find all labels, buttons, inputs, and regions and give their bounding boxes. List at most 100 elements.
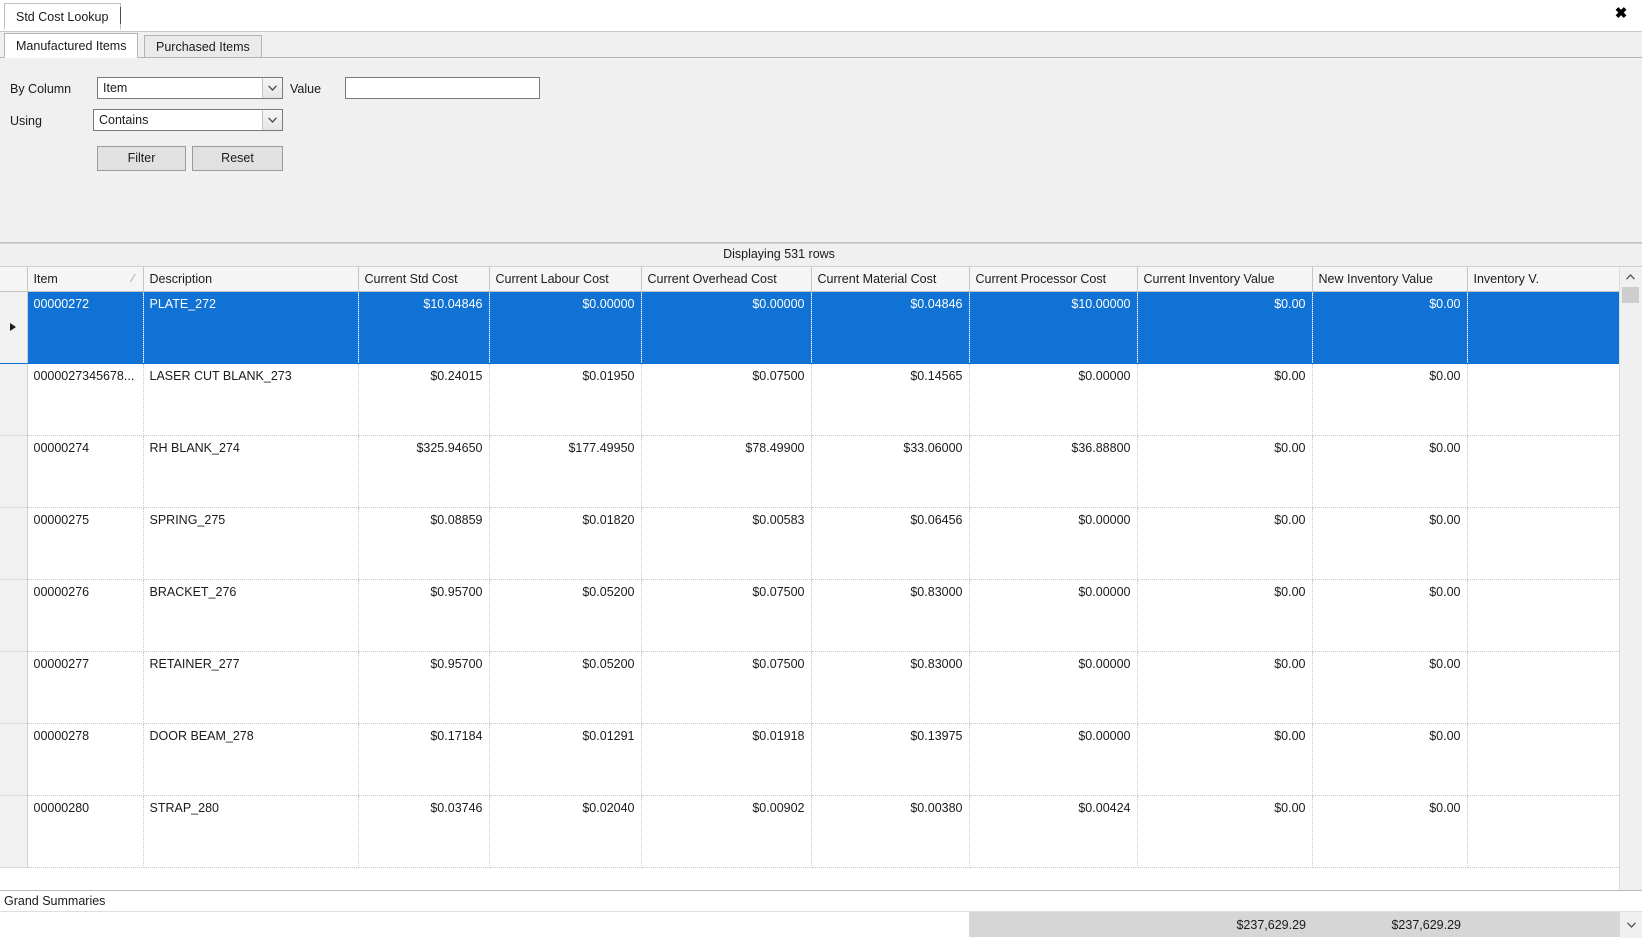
description-cell[interactable]: RH BLANK_274	[143, 435, 359, 508]
description-cell[interactable]: RETAINER_277	[143, 651, 359, 724]
row-selector-cell[interactable]	[0, 291, 28, 364]
new-inventory-value-cell[interactable]: $0.00	[1312, 651, 1468, 724]
description-cell[interactable]: PLATE_272	[143, 291, 359, 364]
current-overhead-cost-cell[interactable]: $0.00000	[641, 291, 812, 364]
filter-button[interactable]: Filter	[97, 146, 186, 171]
new-inventory-value-cell[interactable]: $0.00	[1312, 363, 1468, 436]
current-processor-cost-cell[interactable]: $0.00000	[969, 579, 1138, 652]
row-selector-cell[interactable]	[0, 507, 28, 580]
tab-manufactured-items[interactable]: Manufactured Items	[4, 33, 139, 58]
current-std-cost-cell[interactable]: $10.04846	[358, 291, 490, 364]
scrollbar-thumb[interactable]	[1622, 287, 1639, 303]
column-header-current-inventory-value[interactable]: Current Inventory Value	[1137, 267, 1313, 292]
current-std-cost-cell[interactable]: $0.95700	[358, 579, 490, 652]
current-labour-cost-cell[interactable]: $0.00000	[489, 291, 642, 364]
current-processor-cost-cell[interactable]: $0.00000	[969, 723, 1138, 796]
column-header-current-std-cost[interactable]: Current Std Cost	[358, 267, 490, 292]
current-labour-cost-cell[interactable]: $177.49950	[489, 435, 642, 508]
current-labour-cost-cell[interactable]: $0.02040	[489, 795, 642, 868]
item-cell[interactable]: 00000274	[27, 435, 144, 508]
table-row[interactable]: 00000275 SPRING_275 $0.08859 $0.01820 $0.005…	[0, 507, 1620, 580]
current-overhead-cost-cell[interactable]: $78.49900	[641, 435, 812, 508]
current-material-cost-cell[interactable]: $0.13975	[811, 723, 970, 796]
current-processor-cost-cell[interactable]: $0.00000	[969, 363, 1138, 436]
scroll-down-icon[interactable]	[1620, 912, 1642, 938]
inventory-value-cell[interactable]	[1467, 291, 1620, 364]
value-input[interactable]	[345, 77, 540, 99]
description-cell[interactable]: BRACKET_276	[143, 579, 359, 652]
current-labour-cost-cell[interactable]: $0.05200	[489, 579, 642, 652]
column-header-current-material-cost[interactable]: Current Material Cost	[811, 267, 970, 292]
current-processor-cost-cell[interactable]: $0.00000	[969, 507, 1138, 580]
current-inventory-value-cell[interactable]: $0.00	[1137, 435, 1313, 508]
document-tab-std-cost-lookup[interactable]: Std Cost Lookup	[4, 3, 122, 30]
description-cell[interactable]: STRAP_280	[143, 795, 359, 868]
new-inventory-value-cell[interactable]: $0.00	[1312, 723, 1468, 796]
reset-button[interactable]: Reset	[192, 146, 283, 171]
current-inventory-value-cell[interactable]: $0.00	[1137, 363, 1313, 436]
current-material-cost-cell[interactable]: $0.83000	[811, 651, 970, 724]
table-row[interactable]: 00000278 DOOR BEAM_278 $0.17184 $0.01291 $0.…	[0, 723, 1620, 796]
description-cell[interactable]: LASER CUT BLANK_273	[143, 363, 359, 436]
row-selector-cell[interactable]	[0, 363, 28, 436]
chevron-down-icon[interactable]	[262, 78, 282, 98]
new-inventory-value-cell[interactable]: $0.00	[1312, 435, 1468, 508]
column-header-current-labour-cost[interactable]: Current Labour Cost	[489, 267, 642, 292]
using-select[interactable]: Contains	[93, 109, 283, 131]
inventory-value-cell[interactable]	[1467, 795, 1620, 868]
current-labour-cost-cell[interactable]: $0.01820	[489, 507, 642, 580]
row-selector-cell[interactable]	[0, 579, 28, 652]
current-overhead-cost-cell[interactable]: $0.00583	[641, 507, 812, 580]
grid-vertical-scrollbar[interactable]	[1619, 267, 1642, 890]
new-inventory-value-cell[interactable]: $0.00	[1312, 579, 1468, 652]
tab-purchased-items[interactable]: Purchased Items	[144, 35, 262, 58]
current-inventory-value-cell[interactable]: $0.00	[1137, 507, 1313, 580]
current-processor-cost-cell[interactable]: $10.00000	[969, 291, 1138, 364]
scroll-up-icon[interactable]	[1620, 267, 1641, 286]
current-overhead-cost-cell[interactable]: $0.01918	[641, 723, 812, 796]
new-inventory-value-cell[interactable]: $0.00	[1312, 795, 1468, 868]
inventory-value-cell[interactable]	[1467, 723, 1620, 796]
column-header-current-overhead-cost[interactable]: Current Overhead Cost	[641, 267, 812, 292]
inventory-value-cell[interactable]	[1467, 579, 1620, 652]
table-row[interactable]: 00000276 BRACKET_276 $0.95700 $0.05200 $0.07…	[0, 579, 1620, 652]
row-selector-cell[interactable]	[0, 651, 28, 724]
current-std-cost-cell[interactable]: $0.17184	[358, 723, 490, 796]
table-row[interactable]: 00000277 RETAINER_277 $0.95700 $0.05200 $0.0…	[0, 651, 1620, 724]
current-overhead-cost-cell[interactable]: $0.07500	[641, 579, 812, 652]
by-column-select[interactable]: Item	[97, 77, 283, 99]
current-material-cost-cell[interactable]: $0.06456	[811, 507, 970, 580]
close-icon[interactable]: ✖	[1608, 2, 1634, 26]
current-processor-cost-cell[interactable]: $0.00000	[969, 651, 1138, 724]
current-labour-cost-cell[interactable]: $0.05200	[489, 651, 642, 724]
current-inventory-value-cell[interactable]: $0.00	[1137, 651, 1313, 724]
column-header-inventory-value-truncated[interactable]: Inventory V.	[1467, 267, 1620, 292]
current-overhead-cost-cell[interactable]: $0.00902	[641, 795, 812, 868]
current-processor-cost-cell[interactable]: $0.00424	[969, 795, 1138, 868]
current-std-cost-cell[interactable]: $325.94650	[358, 435, 490, 508]
current-labour-cost-cell[interactable]: $0.01950	[489, 363, 642, 436]
item-cell[interactable]: 00000280	[27, 795, 144, 868]
current-std-cost-cell[interactable]: $0.95700	[358, 651, 490, 724]
inventory-value-cell[interactable]	[1467, 363, 1620, 436]
current-material-cost-cell[interactable]: $33.06000	[811, 435, 970, 508]
column-header-description[interactable]: Description	[143, 267, 359, 292]
inventory-value-cell[interactable]	[1467, 435, 1620, 508]
item-cell[interactable]: 00000277	[27, 651, 144, 724]
current-overhead-cost-cell[interactable]: $0.07500	[641, 363, 812, 436]
new-inventory-value-cell[interactable]: $0.00	[1312, 291, 1468, 364]
current-std-cost-cell[interactable]: $0.08859	[358, 507, 490, 580]
row-selector-cell[interactable]	[0, 795, 28, 868]
current-labour-cost-cell[interactable]: $0.01291	[489, 723, 642, 796]
row-selector-cell[interactable]	[0, 723, 28, 796]
current-inventory-value-cell[interactable]: $0.00	[1137, 291, 1313, 364]
item-cell[interactable]: 0000027345678...	[27, 363, 144, 436]
column-header-item[interactable]: Item /	[27, 267, 144, 292]
table-row[interactable]: 00000274 RH BLANK_274 $325.94650 $177.49950…	[0, 435, 1620, 508]
current-material-cost-cell[interactable]: $0.04846	[811, 291, 970, 364]
inventory-value-cell[interactable]	[1467, 651, 1620, 724]
row-selector-cell[interactable]	[0, 435, 28, 508]
description-cell[interactable]: SPRING_275	[143, 507, 359, 580]
current-material-cost-cell[interactable]: $0.83000	[811, 579, 970, 652]
column-header-new-inventory-value[interactable]: New Inventory Value	[1312, 267, 1468, 292]
